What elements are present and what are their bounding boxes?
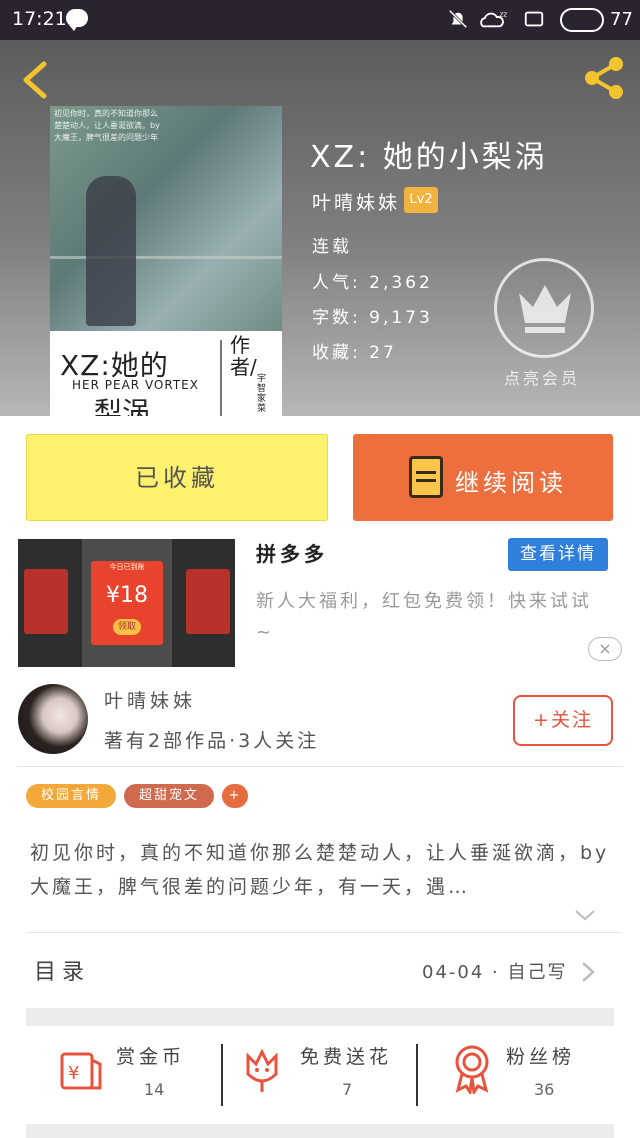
book-header: 初见你时，真的不知道你那么楚楚动人，让人垂涎欲滴。by大魔王，脾气很差的问题少年… (0, 40, 640, 416)
collect-value: 27 (369, 343, 397, 363)
continue-reading-label: 继续阅读 (455, 469, 567, 497)
cover-title-line2: 梨涡 (94, 396, 151, 416)
main-content: 已收藏 继续阅读 今日已到账 ¥18 领取 拼多多 查看详情 新人大福利，红包免… (0, 416, 640, 1138)
book-cover[interactable]: 初见你时，真的不知道你那么楚楚动人，让人垂涎欲滴。by大魔王，脾气很差的问题少年… (50, 106, 282, 416)
ad-description: 新人大福利，红包免费领！快来试试~ (256, 591, 592, 643)
bottom-gap (26, 1124, 614, 1138)
cover-blurb: 初见你时，真的不知道你那么楚楚动人，让人垂涎欲滴。by大魔王，脾气很差的问题少年 (54, 109, 160, 142)
ad-title: 拼多多 (256, 542, 328, 566)
book-icon (409, 456, 443, 498)
free-flowers-label: 免费送花 (300, 1046, 393, 1068)
popularity-value: 2,362 (369, 273, 433, 293)
word-count-value: 9,173 (369, 308, 433, 328)
flower-icon (246, 1048, 278, 1092)
toc-label[interactable]: 目录 (34, 954, 90, 986)
sleep-cloud-icon: zz (480, 9, 508, 28)
battery-icon (560, 8, 604, 32)
reward-coins-label: 赏金币 (116, 1046, 186, 1068)
screen-icon (524, 11, 544, 27)
cover-image: 初见你时，真的不知道你那么楚楚动人，让人垂涎欲滴。by大魔王，脾气很差的问题少年 (50, 106, 282, 331)
cover-author-mark: 作者/ (230, 333, 257, 379)
tag-add-button[interactable]: + (222, 784, 248, 808)
member-label[interactable]: 点亮会员 (504, 365, 580, 389)
serial-status: 连载 (312, 237, 352, 257)
cover-divider (220, 340, 222, 416)
popularity-stat: 人气: 2,362 (312, 268, 433, 293)
popularity-label: 人气: (312, 273, 361, 293)
reward-coins-value: 14 (144, 1080, 165, 1099)
ad-image[interactable]: 今日已到账 ¥18 领取 (18, 539, 235, 667)
free-flowers-stat[interactable]: 免费送花 7 (240, 1036, 410, 1116)
ad-detail-button[interactable]: 查看详情 (508, 538, 608, 571)
book-title: XZ: 她的小梨涡 (310, 140, 548, 175)
fans-ranking-label: 粉丝榜 (506, 1046, 576, 1068)
tag-sweet-pet[interactable]: 超甜宠文 (124, 784, 214, 808)
book-synopsis: 初见你时，真的不知道你那么楚楚动人，让人垂涎欲滴，by大魔王，脾气很差的问题少年… (30, 842, 610, 898)
collect-stat: 收藏: 27 (312, 338, 397, 363)
ad-envelope-badge: 今日已到账 (109, 563, 145, 571)
fans-ranking-stat[interactable]: 粉丝榜 36 (450, 1036, 620, 1116)
status-bar: 17:21 zz 77 (0, 0, 640, 40)
free-flowers-value: 7 (342, 1080, 353, 1099)
word-count-label: 字数: (312, 308, 361, 328)
mute-icon (448, 9, 468, 29)
toc-last-update[interactable]: 04-04 · 自己写 (422, 958, 567, 984)
continue-reading-button[interactable]: 继续阅读 (353, 434, 613, 521)
member-crown-button[interactable] (494, 258, 594, 358)
fans-ranking-value: 36 (534, 1080, 555, 1099)
author-name[interactable]: 叶晴妹妹 (312, 188, 400, 215)
collected-button[interactable]: 已收藏 (26, 434, 328, 521)
ribbon-medal-icon (455, 1045, 489, 1094)
crown-icon (519, 285, 571, 333)
ad-side-envelope-right (186, 569, 230, 634)
ad-envelope-claim: 领取 (113, 619, 141, 635)
cover-rail (50, 256, 282, 259)
follow-button[interactable]: +关注 (513, 695, 613, 746)
section-gap (26, 1008, 614, 1026)
word-count-stat: 字数: 9,173 (312, 303, 433, 328)
battery-level: 77 (610, 9, 633, 30)
back-icon[interactable] (18, 60, 54, 100)
divider (26, 932, 622, 933)
ad-close-button[interactable]: × (588, 637, 622, 661)
writer-avatar[interactable] (18, 684, 88, 754)
collect-label: 收藏: (312, 343, 361, 363)
chevron-down-icon[interactable] (574, 904, 596, 926)
ad-side-envelope-left (24, 569, 68, 634)
chat-notification-icon (66, 9, 88, 31)
ad-envelope-amount: ¥18 (106, 583, 148, 608)
reward-coins-stat[interactable]: ¥ 赏金币 14 (56, 1036, 216, 1116)
svg-text:¥: ¥ (68, 1063, 79, 1084)
stat-separator (221, 1044, 223, 1106)
cover-author-small: 宇智家菜 (257, 374, 267, 414)
svg-text:zz: zz (500, 9, 508, 18)
divider (18, 766, 622, 767)
cover-figure (86, 176, 136, 326)
writer-stats: 著有2部作品·3人关注 (104, 730, 320, 752)
writer-name[interactable]: 叶晴妹妹 (104, 686, 196, 713)
stat-separator (416, 1044, 418, 1106)
chevron-right-icon[interactable] (580, 960, 596, 984)
level-badge: Lv2 (404, 187, 438, 213)
cover-subtitle: HER PEAR VORTEX (72, 378, 199, 392)
tag-campus-romance[interactable]: 校园言情 (26, 784, 116, 808)
status-time: 17:21 (12, 8, 67, 30)
coin-envelope-icon: ¥ (60, 1052, 102, 1090)
share-icon[interactable] (580, 54, 628, 102)
